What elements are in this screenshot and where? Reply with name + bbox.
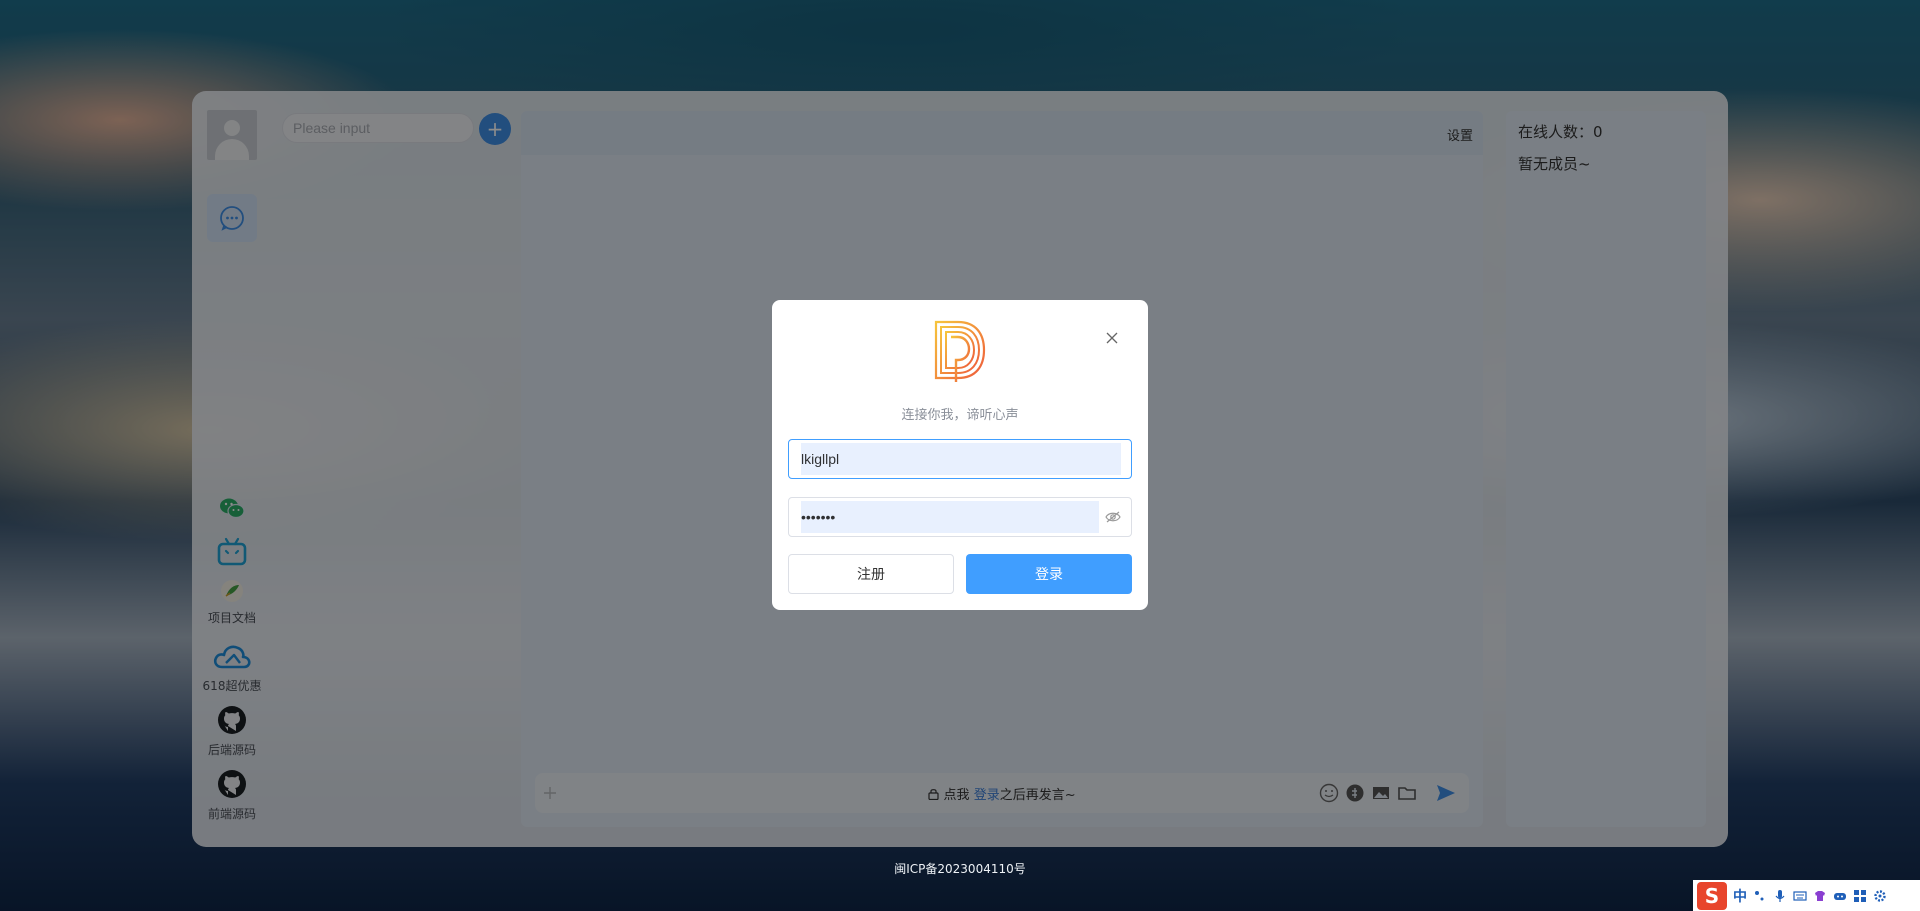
icp-footer[interactable]: 闽ICP备2023004110号 — [0, 860, 1920, 877]
settings-gear-icon[interactable] — [1873, 889, 1887, 903]
ime-mode-label[interactable]: 中 — [1733, 886, 1747, 906]
login-button[interactable]: 登录 — [966, 554, 1132, 594]
ime-toolbar: S 中 — [1693, 880, 1920, 911]
password-field[interactable] — [788, 497, 1132, 537]
username-field[interactable] — [788, 439, 1132, 479]
password-input[interactable] — [801, 501, 1099, 533]
toolbox-icon[interactable] — [1853, 889, 1867, 903]
ai-assistant-icon[interactable] — [1833, 889, 1847, 903]
app-logo-icon — [934, 320, 986, 382]
username-input[interactable] — [801, 443, 1121, 475]
close-icon[interactable] — [1104, 330, 1120, 346]
punctuation-icon[interactable] — [1753, 889, 1767, 903]
keyboard-icon[interactable] — [1793, 889, 1807, 903]
eye-hidden-icon[interactable] — [1105, 510, 1121, 524]
skin-icon[interactable] — [1813, 889, 1827, 903]
sogou-ime-icon[interactable]: S — [1697, 881, 1727, 910]
login-dialog: 连接你我，谛听心声 注册 登录 — [772, 300, 1148, 610]
microphone-icon[interactable] — [1773, 889, 1787, 903]
slogan: 连接你我，谛听心声 — [901, 408, 1019, 423]
register-button[interactable]: 注册 — [788, 554, 954, 594]
